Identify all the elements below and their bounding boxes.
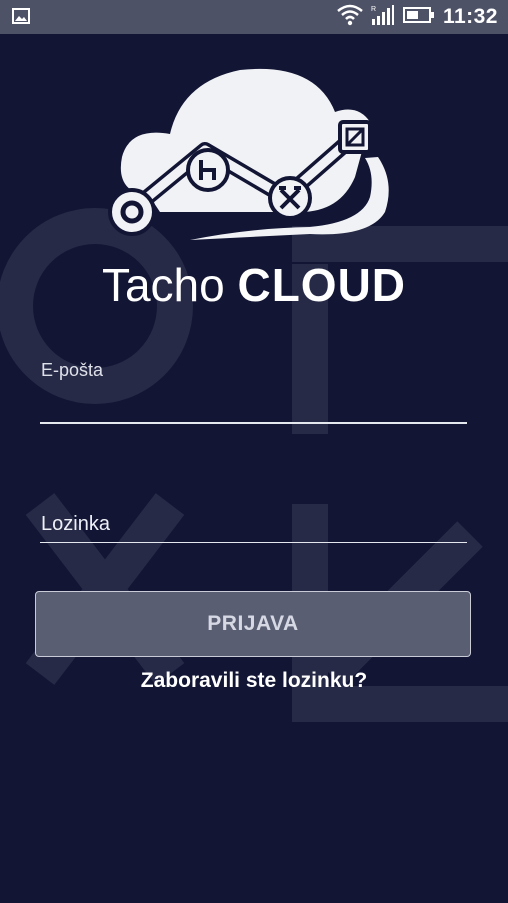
tacho-cloud-logo: [108, 68, 389, 240]
signal-icon: R: [371, 4, 395, 31]
password-label: Lozinka: [41, 513, 110, 535]
svg-text:R: R: [371, 6, 376, 13]
app-title-bold: CLOUD: [237, 259, 407, 311]
image-icon: [12, 8, 30, 29]
app-title: Tacho CLOUD: [0, 258, 508, 312]
login-button[interactable]: PRIJAVA: [35, 591, 471, 657]
email-label: E-pošta: [41, 360, 104, 380]
wifi-icon: [337, 4, 363, 31]
password-underline: [40, 542, 467, 543]
email-underline: [40, 422, 467, 424]
status-bar: R 11:32: [0, 0, 508, 34]
password-field[interactable]: Lozinka: [40, 510, 467, 546]
clock: 11:32: [442, 5, 498, 28]
forgot-password-link[interactable]: Zaboravili ste lozinku?: [0, 669, 508, 693]
battery-icon: [402, 6, 435, 29]
status-indicators: R 11:32: [337, 4, 498, 30]
email-field[interactable]: E-pošta: [40, 356, 467, 426]
app-title-light: Tacho: [101, 259, 225, 311]
